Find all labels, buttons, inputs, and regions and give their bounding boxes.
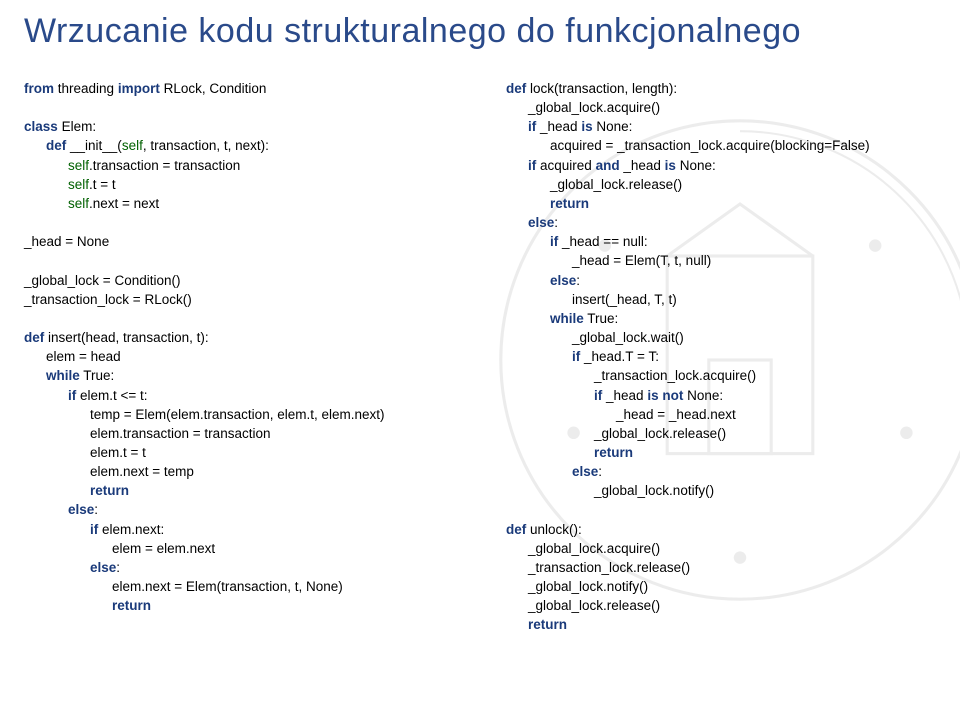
code-columns: from threading import RLock, Condition c… xyxy=(0,79,960,635)
left-code-column: from threading import RLock, Condition c… xyxy=(24,79,454,635)
slide-title: Wrzucanie kodu strukturalnego do funkcjo… xyxy=(0,0,960,79)
right-code-column: def lock(transaction, length): _global_l… xyxy=(506,79,936,635)
